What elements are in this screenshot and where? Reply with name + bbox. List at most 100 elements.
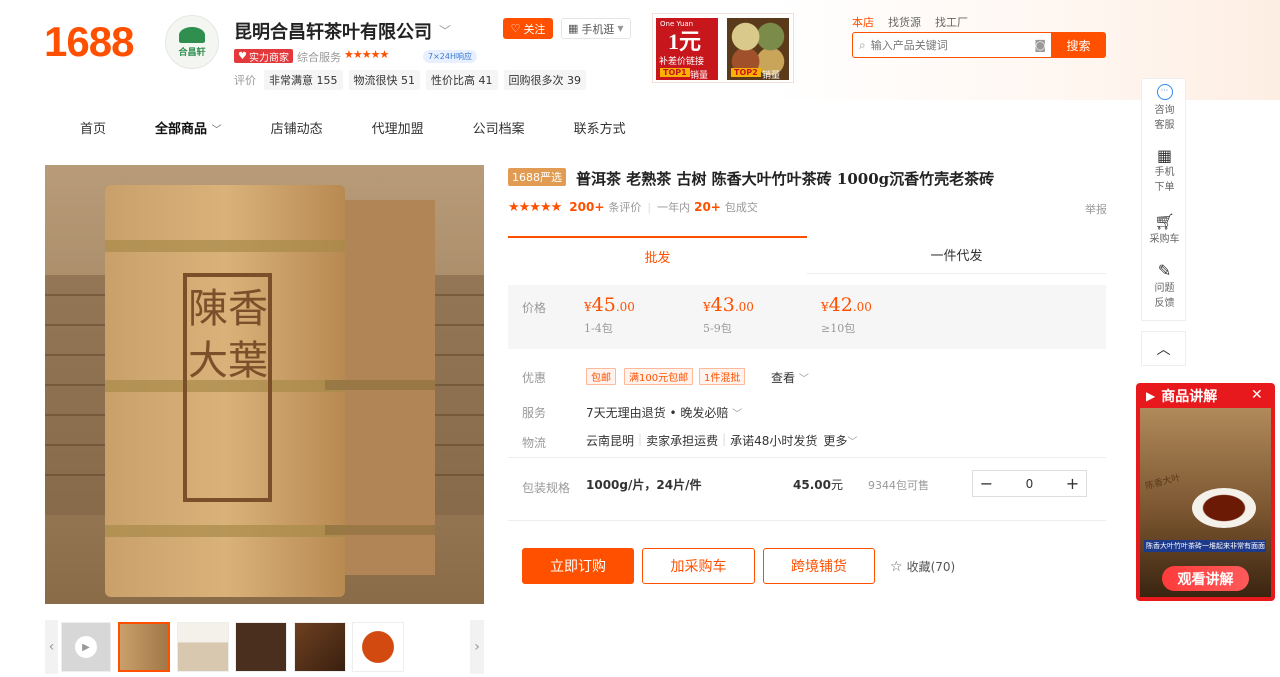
follow-button[interactable]: ♡ 关注 — [503, 18, 553, 39]
coupon-free-shipping[interactable]: 包邮 — [586, 368, 616, 385]
response-24h-badge: 7×24H响应 — [423, 50, 477, 63]
play-icon: ▶ — [75, 636, 97, 658]
price-tier: ¥42.00 ≥10包 — [821, 294, 872, 335]
search-scope-tabs: 本店 找货源 找工厂 — [852, 14, 968, 30]
video-thumbnail[interactable]: ▶ — [61, 622, 111, 672]
brick-stamp-text: 陳香大葉 — [188, 286, 268, 384]
heart-plus-icon: ♡ — [510, 22, 521, 35]
watch-explain-button[interactable]: 观看讲解 — [1162, 566, 1249, 591]
thumbnail-1[interactable] — [118, 622, 170, 672]
eval-chip[interactable]: 物流很快 51 — [348, 70, 420, 90]
promo-label: 优惠 — [522, 371, 547, 385]
price-tier-qty: 5-9包 — [703, 322, 732, 335]
reviews-label: 条评价 — [608, 201, 642, 214]
favorite-button[interactable]: ☆ 收藏(70) — [890, 558, 955, 575]
nav-item-home[interactable]: 首页 — [80, 118, 106, 137]
coupon-threshold[interactable]: 满100元包邮 — [624, 368, 694, 385]
edit-icon: ✎ — [1157, 261, 1172, 280]
tab-wholesale[interactable]: 批发 — [508, 236, 807, 274]
promo-one-yuan[interactable]: One Yuan 1元 补差价链接 TOP1 销量 — [656, 18, 718, 81]
product-title: 普洱茶 老熟茶 古树 陈香大叶竹叶茶砖 1000g沉香竹壳老茶砖 — [576, 170, 995, 188]
promo-sales-tag: 销量 — [690, 71, 709, 81]
search-button[interactable]: 搜索 — [1051, 32, 1106, 58]
sidebar-item-mobile-order[interactable]: ▦ 手机 下单 — [1142, 147, 1187, 195]
increment-button[interactable]: + — [1059, 474, 1086, 493]
thumbnail-2[interactable] — [177, 622, 229, 672]
thumb-next-button[interactable]: › — [470, 620, 484, 674]
promo-top-tag: TOP2 — [731, 68, 761, 77]
promo-top-tag: TOP1 — [660, 68, 690, 77]
right-toolbar: ··· 咨询 客服 ▦ 手机 下单 🛒︎ 采购车 ✎ 问题 反馈 — [1141, 78, 1186, 321]
thumbnail-3[interactable] — [235, 622, 287, 672]
reviews-count[interactable]: 200+ — [569, 200, 604, 214]
service-score-label: 综合服务 — [297, 51, 341, 64]
nav-item-shop-news[interactable]: 店铺动态 — [271, 118, 323, 137]
site-logo[interactable]: 1688 — [44, 18, 134, 66]
view-coupons-link[interactable]: 查看 ﹀ — [771, 369, 809, 386]
mobile-label: 手机逛 — [581, 22, 615, 36]
chevron-down-icon: ▼ — [617, 24, 624, 33]
search-tab-this-shop[interactable]: 本店 — [852, 14, 874, 30]
thumb-prev-button[interactable]: ‹ — [45, 620, 58, 674]
search-tab-sources[interactable]: 找货源 — [888, 14, 921, 30]
mobile-browse-button[interactable]: ▦ 手机逛 ▼ — [561, 18, 631, 39]
search-input[interactable] — [870, 38, 1030, 52]
follow-label: 关注 — [523, 22, 546, 36]
logistics-more-link[interactable]: 更多﹀ — [823, 432, 857, 449]
chat-icon: ··· — [1156, 84, 1173, 100]
product-main-image[interactable]: 陳香大葉 — [45, 165, 484, 604]
shop-nav: 首页 全部商品 ﹀ 店铺动态 代理加盟 公司档案 联系方式 — [80, 118, 675, 137]
nav-item-agency[interactable]: 代理加盟 — [372, 118, 424, 137]
spec-label: 包装规格 — [522, 481, 571, 495]
service-label: 服务 — [522, 406, 547, 420]
close-icon[interactable]: ✕ — [1251, 387, 1263, 403]
report-link[interactable]: 举报 — [1085, 201, 1107, 217]
qrcode-icon: ▦ — [568, 22, 579, 35]
chevron-down-icon: ﹀ — [211, 125, 222, 136]
promo-line2: 补差价链接 — [659, 57, 705, 67]
price-label: 价格 — [522, 301, 547, 315]
star-outline-icon: ☆ — [890, 558, 903, 575]
ship-from: 云南昆明 — [586, 434, 635, 448]
sidebar-item-consult[interactable]: ··· 咨询 客服 — [1142, 84, 1187, 133]
quantity-stepper: − 0 + — [972, 470, 1087, 497]
shield-icon: ♥ — [238, 50, 247, 62]
promo-tea-assortment[interactable]: TOP2 销量 — [727, 18, 789, 81]
spec-price: 45.00元 — [793, 478, 843, 492]
thumbnail-5[interactable] — [352, 622, 404, 672]
shop-name[interactable]: 昆明合昌轩茶叶有限公司 — [234, 18, 432, 44]
eval-chip[interactable]: 性价比高 41 — [426, 70, 498, 90]
sales-prefix: 一年内 — [657, 201, 691, 214]
service-guarantee[interactable]: 7天无理由退货 • 晚发必赔 ﹀ — [586, 404, 742, 421]
chevron-up-icon: ︿ — [1156, 341, 1171, 358]
buy-now-button[interactable]: 立即订购 — [522, 548, 634, 584]
thumbnail-4[interactable] — [294, 622, 346, 672]
decrement-button[interactable]: − — [973, 474, 1000, 493]
quantity-value[interactable]: 0 — [1000, 477, 1059, 491]
shop-avatar[interactable]: 合昌轩 — [165, 15, 219, 69]
chevron-down-icon: ﹀ — [732, 409, 743, 420]
eval-label: 评价 — [234, 74, 256, 87]
nav-item-all-products[interactable]: 全部商品 ﹀ — [155, 118, 222, 137]
sidebar-item-cart[interactable]: 🛒︎ 采购车 — [1142, 212, 1187, 247]
sales-count: 20+ — [694, 200, 721, 214]
cross-border-button[interactable]: 跨境铺货 — [763, 548, 875, 584]
shop-avatar-text: 合昌轩 — [178, 47, 206, 58]
coupon-mixed-batch[interactable]: 1件混批 — [699, 368, 746, 385]
tab-dropship[interactable]: 一件代发 — [807, 236, 1106, 274]
price-tier-qty: ≥10包 — [821, 322, 856, 335]
live-caption: 陈香大叶竹叶茶砖一堆起来非常有面面 — [1144, 540, 1266, 552]
chevron-down-icon[interactable]: ﹀ — [439, 22, 451, 39]
nav-item-company-profile[interactable]: 公司档案 — [473, 118, 525, 137]
nav-item-contact[interactable]: 联系方式 — [574, 118, 626, 137]
teacup — [1192, 488, 1256, 528]
sales-label: 包成交 — [724, 201, 758, 214]
back-to-top-button[interactable]: ︿ — [1141, 331, 1186, 366]
eval-chip[interactable]: 回购很多次 39 — [503, 70, 586, 90]
camera-icon[interactable]: ◙ — [1034, 38, 1046, 52]
search-tab-factories[interactable]: 找工厂 — [935, 14, 968, 30]
price-tier: ¥45.00 1-4包 — [584, 294, 635, 335]
eval-chip[interactable]: 非常满意 155 — [264, 70, 343, 90]
add-to-cart-button[interactable]: 加采购车 — [642, 548, 755, 584]
sidebar-item-feedback[interactable]: ✎ 问题 反馈 — [1142, 261, 1187, 311]
